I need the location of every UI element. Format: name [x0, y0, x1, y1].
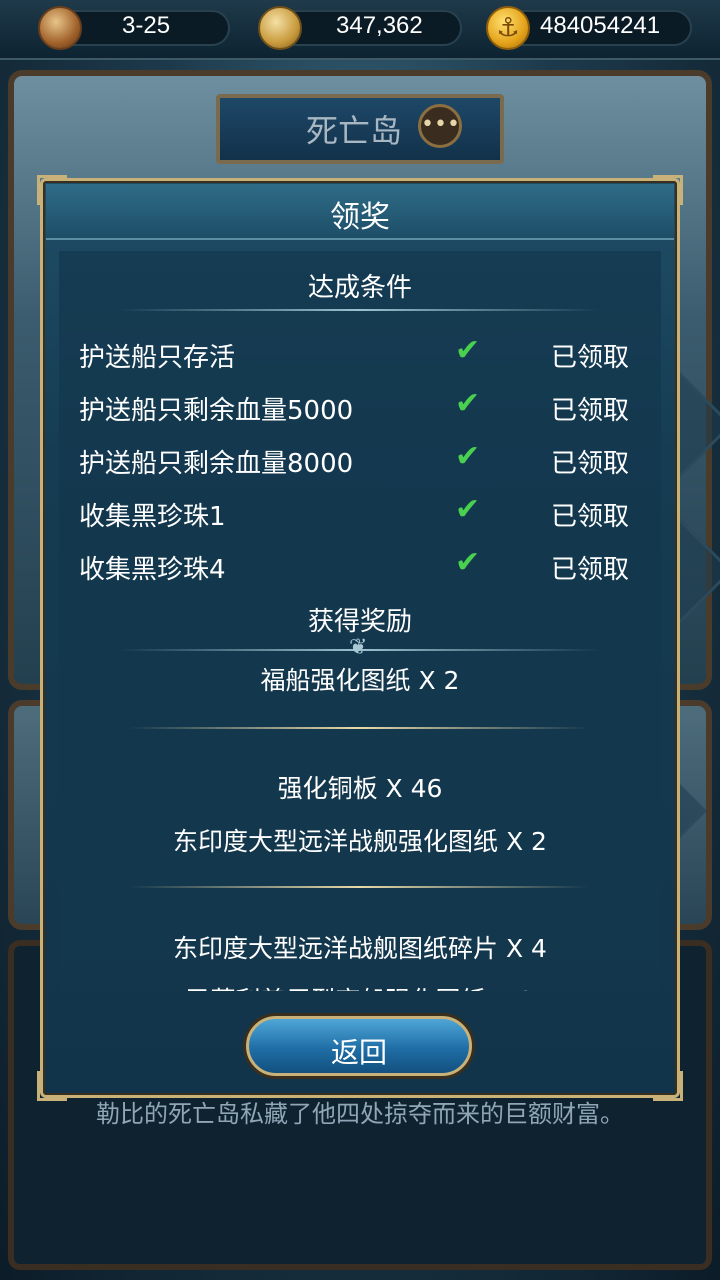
- conditions-divider: [119, 309, 599, 311]
- checkmark-icon: ✔: [455, 333, 481, 368]
- condition-name: 收集黑珍珠1: [79, 502, 226, 532]
- conditions-heading: 达成条件: [307, 273, 412, 303]
- reward-item: 强化铜板 X 46: [277, 774, 443, 803]
- gold-value: 484054241: [540, 12, 661, 39]
- condition-status: 已领取: [551, 449, 630, 479]
- reward-item: 东印度大型远洋战舰图纸碎片 X 4: [173, 934, 547, 963]
- dialog-header: 领奖: [46, 184, 674, 240]
- condition-status: 已领取: [551, 343, 630, 373]
- checkmark-icon: ✔: [455, 439, 481, 474]
- reward-dialog: 领奖 达成条件 护送船只存活 ✔ 已领取 护送船只剩余血量5000 ✔ 已领取 …: [37, 175, 683, 1101]
- corner-ornament: [37, 1071, 67, 1101]
- compass-value: 347,362: [336, 12, 423, 39]
- condition-status: 已领取: [551, 502, 630, 532]
- map-title: 死亡岛: [306, 112, 403, 150]
- rewards-heading: 获得奖励: [307, 607, 412, 637]
- ornament-icon: ❦: [349, 635, 368, 660]
- compass-icon: [258, 6, 302, 50]
- condition-row: 护送船只存活 ✔ 已领取: [59, 333, 661, 373]
- reward-item: 福船强化图纸 X 2: [260, 666, 460, 695]
- checkmark-icon: ✔: [455, 492, 481, 527]
- reward-item: 东印度大型远洋战舰强化图纸 X 2: [173, 827, 547, 856]
- dialog-scroll-area[interactable]: 达成条件 护送船只存活 ✔ 已领取 护送船只剩余血量5000 ✔ 已领取 护送船…: [59, 251, 661, 991]
- condition-name: 收集黑珍珠4: [79, 555, 226, 585]
- condition-row: 护送船只剩余血量8000 ✔ 已领取: [59, 439, 661, 479]
- top-hud: 3-25 347,362 ⚓ 484054241: [0, 0, 720, 60]
- condition-name: 护送船只剩余血量8000: [79, 449, 354, 479]
- condition-status: 已领取: [551, 396, 630, 426]
- dialog-title: 领奖: [330, 200, 390, 235]
- reward-divider: [129, 727, 589, 729]
- checkmark-icon: ✔: [455, 545, 481, 580]
- reward-divider: [129, 886, 589, 888]
- condition-row: 收集黑珍珠4 ✔ 已领取: [59, 545, 661, 585]
- hourglass-icon: [38, 6, 82, 50]
- anchor-coin-icon: ⚓: [486, 6, 530, 50]
- island-description: 勒比的死亡岛私藏了他四处掠夺而来的巨额财富。: [96, 1100, 624, 1128]
- condition-status: 已领取: [551, 555, 630, 585]
- condition-row: 收集黑珍珠1 ✔ 已领取: [59, 492, 661, 532]
- corner-ornament: [653, 1071, 683, 1101]
- condition-name: 护送船只剩余血量5000: [79, 396, 354, 426]
- condition-row: 护送船只剩余血量5000 ✔ 已领取: [59, 386, 661, 426]
- back-button[interactable]: 返回: [246, 1016, 472, 1076]
- condition-name: 护送船只存活: [79, 343, 236, 373]
- back-button-label: 返回: [330, 1036, 387, 1069]
- reward-item: 圣菲利普巨型商船强化图纸 X 2: [59, 981, 661, 991]
- chat-icon[interactable]: •••: [418, 104, 462, 148]
- checkmark-icon: ✔: [455, 386, 481, 421]
- stage-value: 3-25: [122, 12, 171, 39]
